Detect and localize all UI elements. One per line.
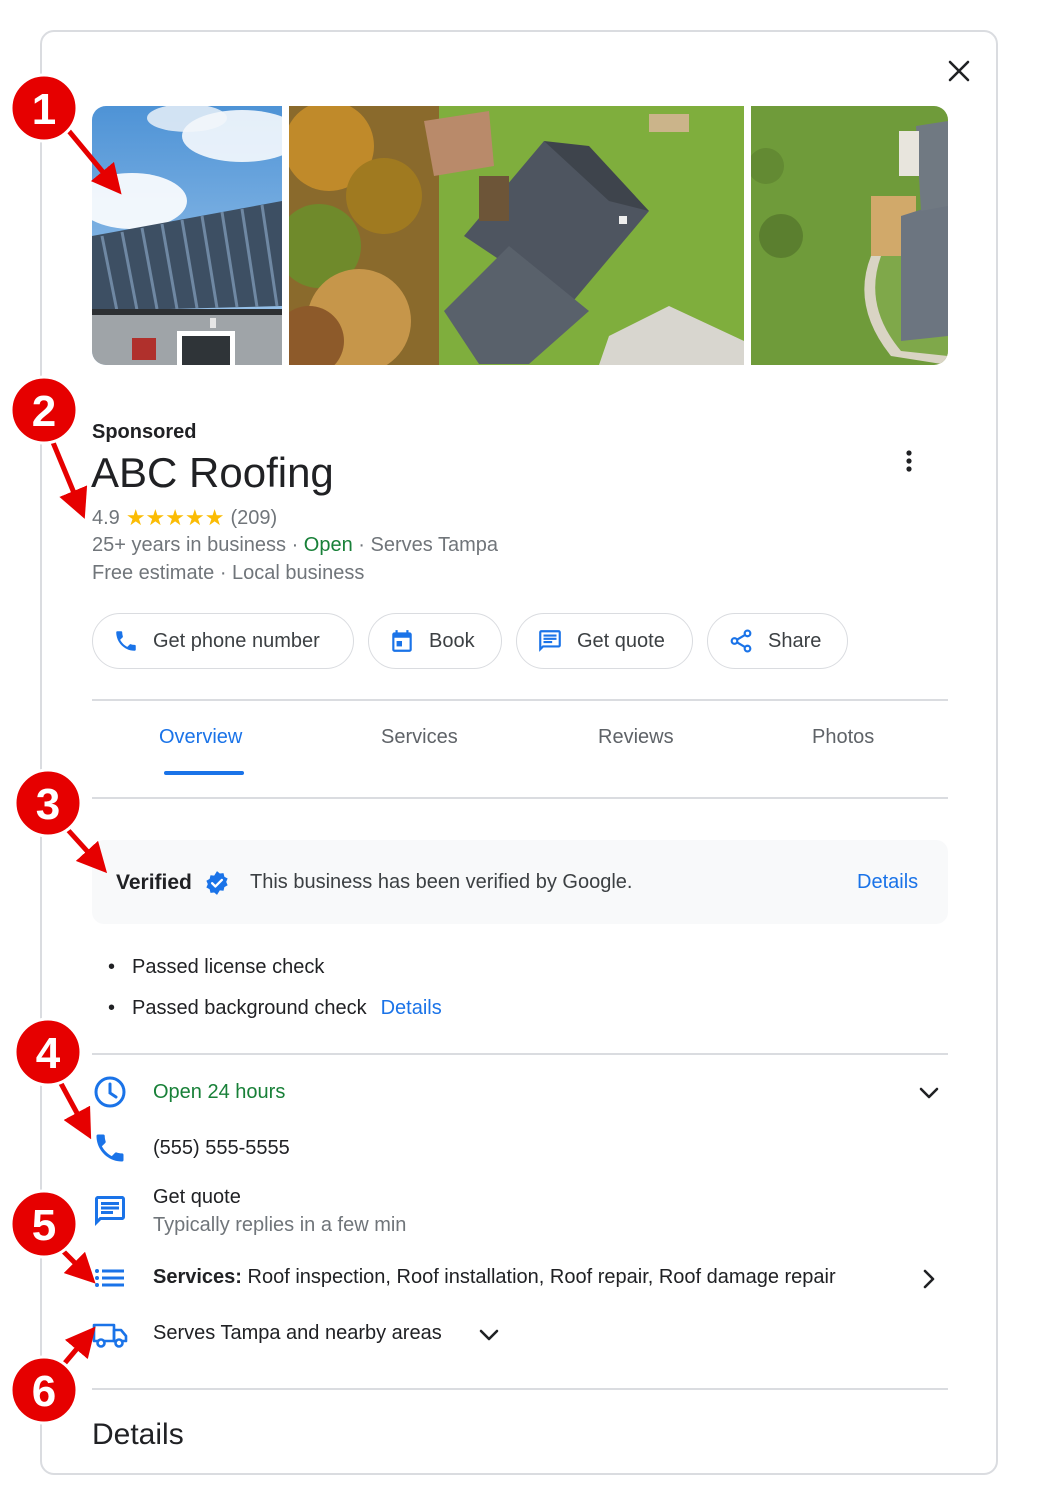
phone-icon <box>96 1134 124 1162</box>
business-meta-line-2: Free estimate · Local business <box>92 562 364 585</box>
services-list: Roof inspection, Roof installation, Roof… <box>241 1266 836 1288</box>
separator: · <box>352 534 371 556</box>
services-label: Services: <box>153 1266 242 1288</box>
tab-reviews[interactable]: Reviews <box>598 726 674 749</box>
more-options-button[interactable] <box>896 446 922 476</box>
more-vert-icon <box>906 450 912 472</box>
verified-label: Verified <box>116 871 192 894</box>
license-check-item: • Passed license check <box>108 956 324 979</box>
rating-row[interactable]: 4.9 ★★★★★ (209) <box>92 505 277 531</box>
get-quote-label: Get quote <box>577 629 665 652</box>
verified-badge-icon <box>206 871 228 895</box>
chevron-down-icon[interactable] <box>916 1080 942 1106</box>
background-check-details-link[interactable]: Details <box>381 997 442 1019</box>
bullet: • <box>108 956 116 978</box>
share-label: Share <box>768 629 822 652</box>
background-check-item: • Passed background check Details <box>108 997 442 1020</box>
get-phone-number-label: Get phone number <box>153 629 320 652</box>
active-tab-indicator <box>164 771 244 775</box>
verified-banner: Verified This business has been verified… <box>92 840 948 924</box>
photo-metal-roof[interactable] <box>92 106 282 365</box>
years-in-business: 25+ years in business <box>92 534 287 556</box>
hours-text: Open 24 hours <box>153 1081 286 1103</box>
calendar-icon <box>392 630 412 652</box>
phone-number: (555) 555-5555 <box>153 1137 290 1159</box>
phone-icon <box>116 631 136 651</box>
free-estimate: Free estimate <box>92 562 215 584</box>
bullet: • <box>108 997 116 1019</box>
hours-row[interactable]: Open 24 hours <box>92 1074 948 1114</box>
book-button[interactable]: Book <box>368 613 502 669</box>
background-check-text: Passed background check <box>132 997 367 1019</box>
tab-bar: Overview Services Reviews Photos <box>92 702 948 798</box>
separator: · <box>214 562 233 584</box>
open-status: Open <box>303 534 353 556</box>
serves-area: Serves Tampa <box>370 534 498 556</box>
business-meta-line-1: 25+ years in business · Open · Serves Ta… <box>92 534 498 557</box>
tab-photos[interactable]: Photos <box>812 726 874 749</box>
clock-icon <box>94 1076 126 1108</box>
verified-description: This business has been verified by Googl… <box>250 871 633 893</box>
photo-strip <box>92 106 948 365</box>
photo-aerial-yard[interactable] <box>751 106 948 365</box>
divider <box>92 797 948 799</box>
license-check-text: Passed license check <box>132 956 325 978</box>
message-icon <box>95 1196 125 1226</box>
photo-aerial-house[interactable] <box>289 106 744 365</box>
share-button[interactable]: Share <box>707 613 848 669</box>
chevron-down-icon[interactable] <box>476 1322 502 1348</box>
quote-response-time: Typically replies in a few min <box>153 1214 407 1236</box>
tab-overview[interactable]: Overview <box>159 726 242 749</box>
message-icon <box>539 630 561 652</box>
share-icon <box>730 629 752 653</box>
sponsored-label: Sponsored <box>92 421 197 443</box>
close-icon <box>948 60 970 82</box>
truck-icon <box>92 1323 128 1348</box>
services-text: Services: Roof inspection, Roof installa… <box>153 1266 836 1289</box>
list-icon <box>95 1269 124 1287</box>
quote-title: Get quote <box>153 1186 241 1208</box>
review-count: (209) <box>230 506 278 529</box>
service-area-row[interactable]: Serves Tampa and nearby areas <box>92 1316 948 1356</box>
business-name: ABC Roofing <box>91 449 334 496</box>
rating-value: 4.9 <box>92 506 120 529</box>
book-label: Book <box>429 629 475 652</box>
rating-stars: ★★★★★ <box>125 505 225 530</box>
close-button[interactable] <box>940 52 978 90</box>
action-chips: Get phone number Book Get quote Share <box>92 613 848 669</box>
quote-row[interactable]: Get quote Typically replies in a few min <box>92 1186 948 1244</box>
local-business: Local business <box>232 562 365 584</box>
verified-details-link[interactable]: Details <box>857 871 918 894</box>
separator: · <box>286 534 304 556</box>
divider <box>92 1388 948 1390</box>
details-heading: Details <box>92 1418 184 1451</box>
divider <box>92 1053 948 1055</box>
phone-row[interactable]: (555) 555-5555 <box>92 1130 948 1170</box>
services-row[interactable]: Services: Roof inspection, Roof installa… <box>92 1260 948 1300</box>
chevron-right-icon[interactable] <box>916 1266 942 1292</box>
tab-services[interactable]: Services <box>381 726 458 749</box>
service-area-text: Serves Tampa and nearby areas <box>153 1322 442 1344</box>
get-phone-number-button[interactable]: Get phone number <box>92 613 354 669</box>
divider <box>92 699 948 701</box>
get-quote-button[interactable]: Get quote <box>516 613 693 669</box>
